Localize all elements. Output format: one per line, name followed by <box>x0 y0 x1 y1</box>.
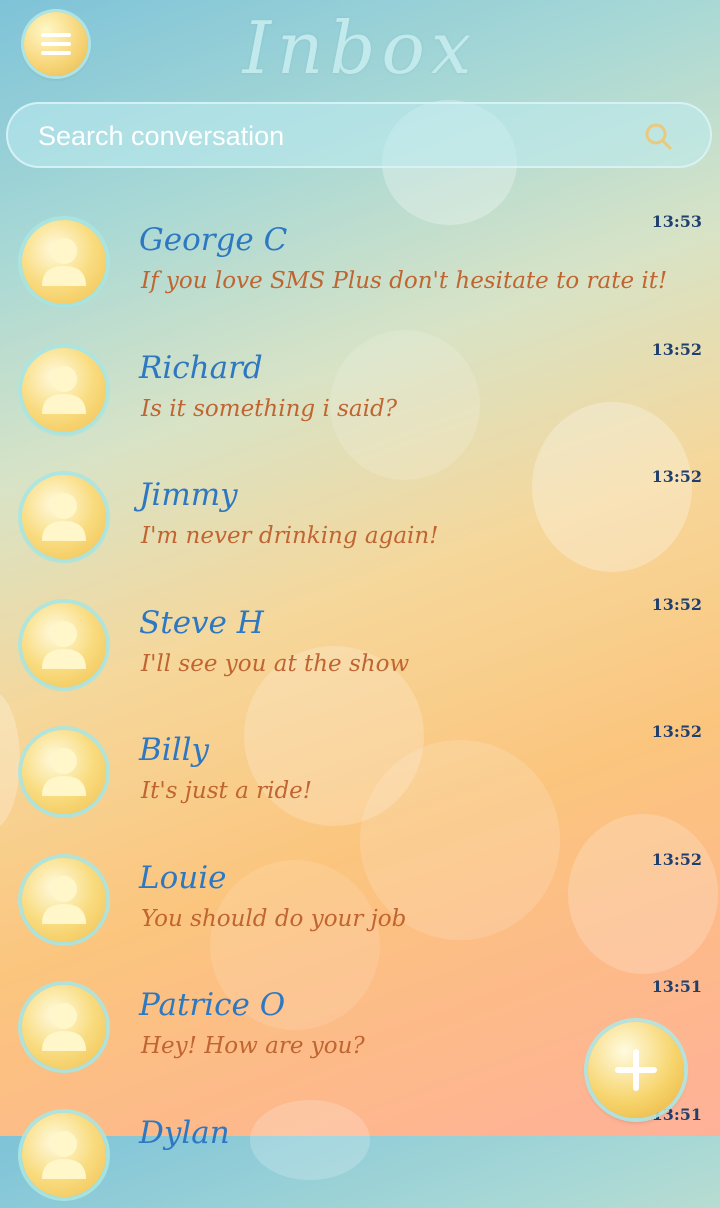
conversation-item[interactable]: Billy It's just a ride! 13:52 <box>0 698 720 826</box>
contact-icon <box>39 1127 89 1183</box>
message-time: 13:53 <box>652 212 702 231</box>
message-time: 13:52 <box>652 340 702 359</box>
conversation-item[interactable]: Richard Is it something i said? 13:52 <box>0 316 720 444</box>
avatar <box>22 603 106 687</box>
message-preview: It's just a ride! <box>141 778 312 804</box>
message-preview: You should do your job <box>141 906 406 932</box>
search-icon[interactable] <box>644 122 672 150</box>
contact-name: Patrice O <box>139 987 285 1023</box>
message-preview: I'm never drinking again! <box>141 523 438 549</box>
message-time: 13:52 <box>652 595 702 614</box>
message-preview: Hey! How are you? <box>141 1033 365 1059</box>
contact-name: Jimmy <box>139 477 238 513</box>
avatar <box>22 858 106 942</box>
message-time: 13:52 <box>652 467 702 486</box>
avatar <box>22 475 106 559</box>
avatar <box>22 985 106 1069</box>
contact-name: Billy <box>139 732 209 768</box>
contact-name: George C <box>139 222 287 258</box>
conversation-item[interactable]: George C If you love SMS Plus don't hesi… <box>0 188 720 316</box>
contact-name: Richard <box>139 350 263 386</box>
message-preview: If you love SMS Plus don't hesitate to r… <box>141 268 667 294</box>
contact-name: Louie <box>139 860 226 896</box>
contact-icon <box>39 489 89 545</box>
conversation-item[interactable]: Louie You should do your job 13:52 <box>0 826 720 954</box>
avatar <box>22 1113 106 1197</box>
message-preview: I'll see you at the show <box>141 651 409 677</box>
contact-icon <box>39 872 89 928</box>
message-time: 13:52 <box>652 722 702 741</box>
contact-icon <box>39 744 89 800</box>
header: Inbox <box>0 0 720 100</box>
message-time: 13:51 <box>652 977 702 996</box>
message-preview: Is it something i said? <box>141 396 397 422</box>
contact-icon <box>39 999 89 1055</box>
new-message-button[interactable] <box>588 1022 684 1118</box>
conversation-item[interactable]: Steve H I'll see you at the show 13:52 <box>0 571 720 699</box>
search-input[interactable] <box>36 104 620 168</box>
avatar <box>22 730 106 814</box>
contact-name: Steve H <box>139 605 264 641</box>
contact-name: Dylan <box>139 1115 230 1151</box>
avatar <box>22 348 106 432</box>
contact-icon <box>39 617 89 673</box>
contact-icon <box>39 362 89 418</box>
conversation-item[interactable]: Jimmy I'm never drinking again! 13:52 <box>0 443 720 571</box>
search-bar[interactable] <box>6 102 712 168</box>
avatar <box>22 220 106 304</box>
message-time: 13:52 <box>652 850 702 869</box>
contact-icon <box>39 234 89 290</box>
page-title: Inbox <box>0 6 720 90</box>
plus-icon <box>615 1049 657 1091</box>
